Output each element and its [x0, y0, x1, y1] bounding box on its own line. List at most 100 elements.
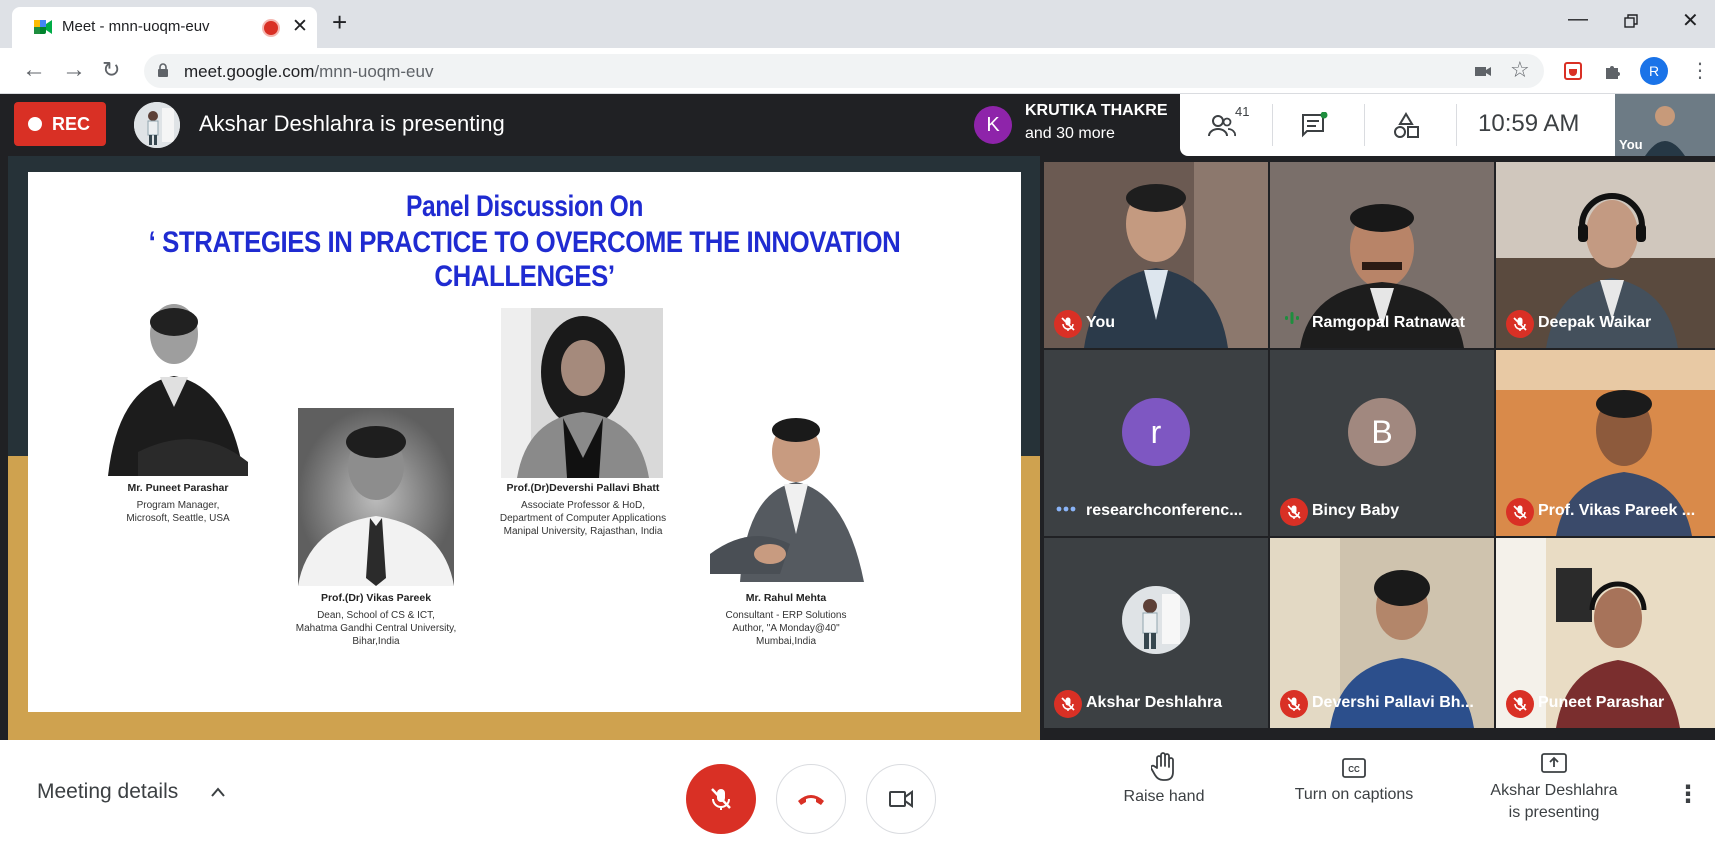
people-icon[interactable] — [1208, 112, 1236, 140]
divider — [1272, 104, 1273, 146]
close-tab-icon[interactable]: ✕ — [292, 15, 308, 38]
reload-icon[interactable]: ↻ — [102, 56, 120, 84]
panelist-caption: Prof.(Dr) Vikas Pareek Dean, School of C… — [276, 592, 476, 648]
extension-shield-icon[interactable] — [1562, 60, 1584, 82]
bookmark-star-icon[interactable]: ☆ — [1510, 56, 1530, 84]
divider — [1364, 104, 1365, 146]
participants-count: 41 — [1235, 104, 1250, 119]
participant-tile[interactable]: r researchconferenc... — [1044, 350, 1268, 536]
browser-toolbar: ← → ↻ meet.google.com/mnn-uoqm-euv ☆ R ⋮ — [0, 48, 1715, 94]
panelist-detail: Consultant - ERP Solutions — [725, 610, 847, 621]
browser-menu-icon[interactable]: ⋮ — [1690, 58, 1710, 83]
mic-off-icon — [1506, 498, 1534, 526]
panelist-photo — [98, 302, 260, 476]
presenting-label-line1: Akshar Deshlahra — [1490, 782, 1618, 799]
panelist-detail: Manipal University, Rajasthan, India — [503, 526, 663, 537]
present-screen-icon — [1541, 753, 1567, 773]
hand-icon — [1151, 752, 1174, 781]
participant-tile[interactable]: Akshar Deshlahra — [1044, 538, 1268, 728]
slide-title-line2: ‘ STRATEGIES IN PRACTICE TO OVERCOME THE… — [148, 226, 901, 293]
joined-avatar: K — [974, 106, 1012, 144]
new-tab-button[interactable]: + — [332, 8, 347, 36]
mic-off-icon — [1054, 690, 1082, 718]
meeting-controls-bar: Meeting details Raise hand CC Turn on ca… — [0, 740, 1715, 848]
raise-hand-button[interactable]: Raise hand — [1112, 752, 1216, 806]
activities-icon[interactable] — [1392, 112, 1420, 140]
mic-off-icon — [711, 788, 731, 810]
captions-button[interactable]: CC Turn on captions — [1276, 752, 1432, 804]
url-path: /mnn-uoqm-euv — [314, 62, 434, 81]
panelist-detail: Associate Professor & HoD, — [521, 500, 645, 511]
mic-off-icon — [1506, 690, 1534, 718]
participant-name: Puneet Parashar — [1538, 694, 1665, 711]
more-options-icon — [1056, 499, 1076, 517]
participant-tile[interactable]: Deepak Waikar — [1496, 162, 1715, 348]
panelist-detail: Mahatma Gandhi Central University, — [295, 623, 457, 634]
divider — [1456, 104, 1457, 146]
minimize-icon[interactable]: — — [1568, 8, 1588, 31]
more-options-icon[interactable]: ⋮ — [1676, 780, 1700, 809]
panelist-caption: Prof.(Dr)Devershi Pallavi Bhatt Associat… — [488, 482, 678, 538]
participant-avatar: r — [1122, 398, 1190, 466]
restore-icon[interactable] — [1624, 14, 1638, 28]
mic-off-icon — [1280, 498, 1308, 526]
leave-call-button[interactable] — [776, 764, 846, 834]
speaking-indicator-icon — [1284, 311, 1300, 330]
participant-tile[interactable]: Ramgopal Ratnawat — [1270, 162, 1494, 348]
panelist-photo — [501, 308, 663, 478]
browser-tab-bar: Meet - mnn-uoqm-euv ✕ + — ✕ — [0, 0, 1715, 48]
recording-badge: REC — [14, 102, 106, 146]
presenting-button[interactable]: Akshar Deshlahra is presenting — [1476, 752, 1632, 822]
close-window-icon[interactable]: ✕ — [1682, 8, 1699, 33]
camera-toggle-button[interactable] — [866, 764, 936, 834]
participant-tile[interactable]: Puneet Parashar — [1496, 538, 1715, 728]
participant-name: Akshar Deshlahra — [1086, 694, 1223, 711]
camera-in-use-icon[interactable] — [1472, 60, 1494, 82]
panelist-caption: Mr. Puneet Parashar Program Manager, Mic… — [88, 482, 268, 525]
participant-avatar: B — [1348, 398, 1416, 466]
participant-name: Bincy Baby — [1312, 502, 1400, 519]
self-view-label: You — [1619, 137, 1643, 152]
meeting-details-button[interactable]: Meeting details — [37, 780, 178, 804]
extensions-puzzle-icon[interactable] — [1602, 60, 1624, 82]
panelist-detail: Department of Computer Applications — [499, 513, 667, 524]
svg-text:CC: CC — [1348, 765, 1360, 774]
tab-title: Meet - mnn-uoqm-euv — [62, 18, 210, 35]
self-view-thumbnail[interactable]: You — [1615, 94, 1715, 156]
panelist-name: Mr. Puneet Parashar — [127, 482, 229, 494]
hang-up-icon — [798, 795, 824, 805]
participant-name: Deepak Waikar — [1538, 314, 1652, 331]
participant-tile[interactable]: You — [1044, 162, 1268, 348]
lock-icon — [158, 63, 168, 77]
meet-window: REC Akshar Deshlahra is presenting K KRU… — [0, 94, 1715, 848]
participant-name: Ramgopal Ratnawat — [1312, 314, 1465, 331]
raise-hand-label: Raise hand — [1123, 788, 1205, 805]
participant-name: Devershi Pallavi Bh... — [1312, 694, 1474, 711]
back-icon[interactable]: ← — [22, 56, 46, 84]
address-bar[interactable]: meet.google.com/mnn-uoqm-euv — [144, 54, 1544, 88]
forward-icon[interactable]: → — [62, 56, 86, 84]
panelist-detail: Bihar,India — [352, 636, 400, 647]
participant-name: You — [1086, 314, 1116, 331]
profile-avatar[interactable]: R — [1640, 57, 1668, 85]
url-text: meet.google.com/mnn-uoqm-euv — [184, 62, 433, 82]
chat-icon[interactable] — [1300, 112, 1328, 140]
participant-tile[interactable]: Devershi Pallavi Bh... — [1270, 538, 1494, 728]
google-meet-icon — [34, 20, 52, 34]
meeting-clock: 10:59 AM — [1478, 110, 1580, 137]
browser-tab[interactable]: Meet - mnn-uoqm-euv ✕ — [12, 7, 317, 48]
shared-slide: Panel Discussion On ‘ STRATEGIES IN PRAC… — [28, 172, 1021, 712]
microphone-toggle-button[interactable] — [686, 764, 756, 834]
participant-tile[interactable]: Prof. Vikas Pareek ... — [1496, 350, 1715, 536]
mic-off-icon — [1280, 690, 1308, 718]
participant-tile[interactable]: B Bincy Baby — [1270, 350, 1494, 536]
participant-name: Prof. Vikas Pareek ... — [1538, 502, 1696, 519]
mic-off-icon — [1054, 310, 1082, 338]
joined-notification[interactable]: K KRUTIKA THAKRE and 30 more — [960, 94, 1180, 156]
presentation-stage: Panel Discussion On ‘ STRATEGIES IN PRAC… — [8, 156, 1040, 740]
participant-avatar — [1122, 586, 1190, 654]
presenting-label-line2: is presenting — [1508, 804, 1600, 821]
panelist-photo — [700, 404, 872, 582]
panelist-name: Prof.(Dr)Devershi Pallavi Bhatt — [506, 482, 660, 494]
chevron-up-icon[interactable] — [210, 786, 226, 798]
